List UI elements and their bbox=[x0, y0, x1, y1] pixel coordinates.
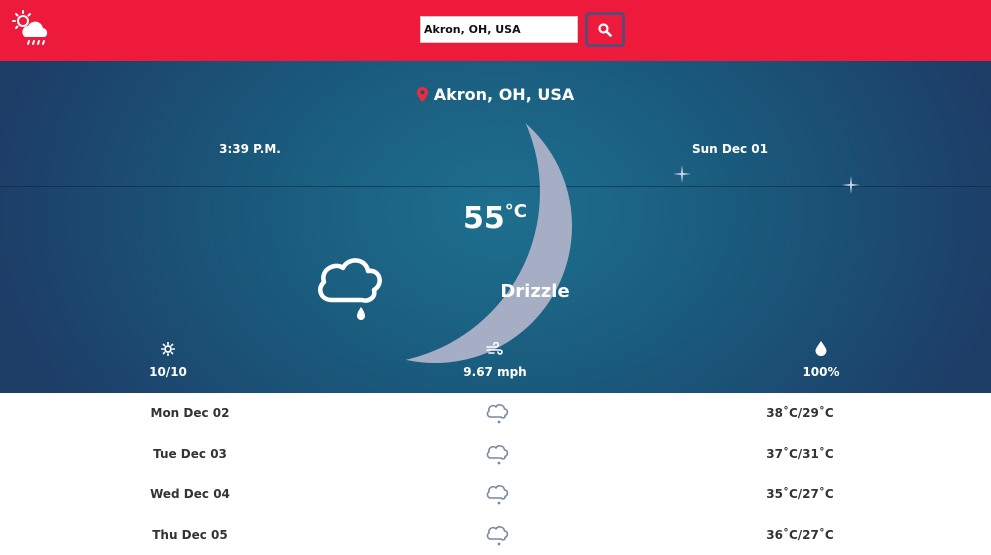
current-date: Sun Dec 01 bbox=[692, 142, 768, 156]
condition-label: Drizzle bbox=[500, 281, 570, 302]
current-weather-panel: Akron, OH, USA 3:39 P.M. Sun Dec 01 55°C… bbox=[0, 61, 991, 393]
location-pin-icon bbox=[416, 87, 428, 102]
cloud-drizzle-icon bbox=[486, 444, 509, 464]
forecast-temp-range: 35˚C/27˚C bbox=[766, 487, 834, 501]
location-text: Akron, OH, USA bbox=[433, 85, 575, 104]
temperature-unit: °C bbox=[504, 201, 527, 222]
app-header bbox=[0, 0, 991, 61]
forecast-row: Thu Dec 05 36˚C/27˚C bbox=[0, 515, 991, 555]
wind-stat: 9.67 mph bbox=[445, 341, 545, 379]
sun-icon bbox=[160, 341, 176, 357]
cloud-drizzle-icon bbox=[318, 258, 382, 320]
current-temperature: 55°C bbox=[420, 201, 570, 236]
cloud-drizzle-icon bbox=[486, 525, 509, 545]
humidity-drop-icon bbox=[815, 341, 827, 357]
forecast-day: Tue Dec 03 bbox=[153, 446, 227, 461]
forecast-row: Mon Dec 02 38˚C/29˚C bbox=[0, 393, 991, 434]
forecast-temp-range: 36˚C/27˚C bbox=[766, 527, 834, 542]
uv-stat: 10/10 bbox=[118, 341, 218, 379]
search-input[interactable] bbox=[420, 16, 578, 43]
weather-logo-icon[interactable] bbox=[11, 10, 55, 48]
forecast-temp-range: 37˚C/31˚C bbox=[766, 446, 834, 461]
cloud-drizzle-icon bbox=[486, 485, 509, 505]
forecast-list: Mon Dec 02 38˚C/29˚C Tue Dec 03 37˚C/31˚… bbox=[0, 393, 991, 555]
forecast-day: Wed Dec 04 bbox=[150, 487, 230, 501]
uv-value: 10/10 bbox=[149, 365, 187, 379]
search-icon bbox=[598, 22, 612, 37]
forecast-day: Thu Dec 05 bbox=[152, 527, 228, 542]
cloud-drizzle-icon bbox=[486, 404, 509, 424]
star-sparkle-icon bbox=[673, 165, 691, 183]
star-sparkle-icon bbox=[842, 176, 860, 194]
current-time: 3:39 P.M. bbox=[219, 142, 281, 156]
forecast-row: Tue Dec 03 37˚C/31˚C bbox=[0, 434, 991, 475]
crescent-moon-illustration bbox=[300, 91, 572, 363]
location-label: Akron, OH, USA bbox=[0, 85, 991, 104]
humidity-value: 100% bbox=[802, 365, 840, 379]
wind-icon bbox=[486, 341, 503, 355]
temperature-value: 55 bbox=[463, 201, 505, 236]
search-button[interactable] bbox=[585, 12, 625, 47]
forecast-row: Wed Dec 04 35˚C/27˚C bbox=[0, 474, 991, 515]
wind-value: 9.67 mph bbox=[463, 365, 527, 379]
humidity-stat: 100% bbox=[771, 341, 871, 379]
forecast-day: Mon Dec 02 bbox=[150, 406, 230, 420]
forecast-temp-range: 38˚C/29˚C bbox=[766, 406, 834, 420]
